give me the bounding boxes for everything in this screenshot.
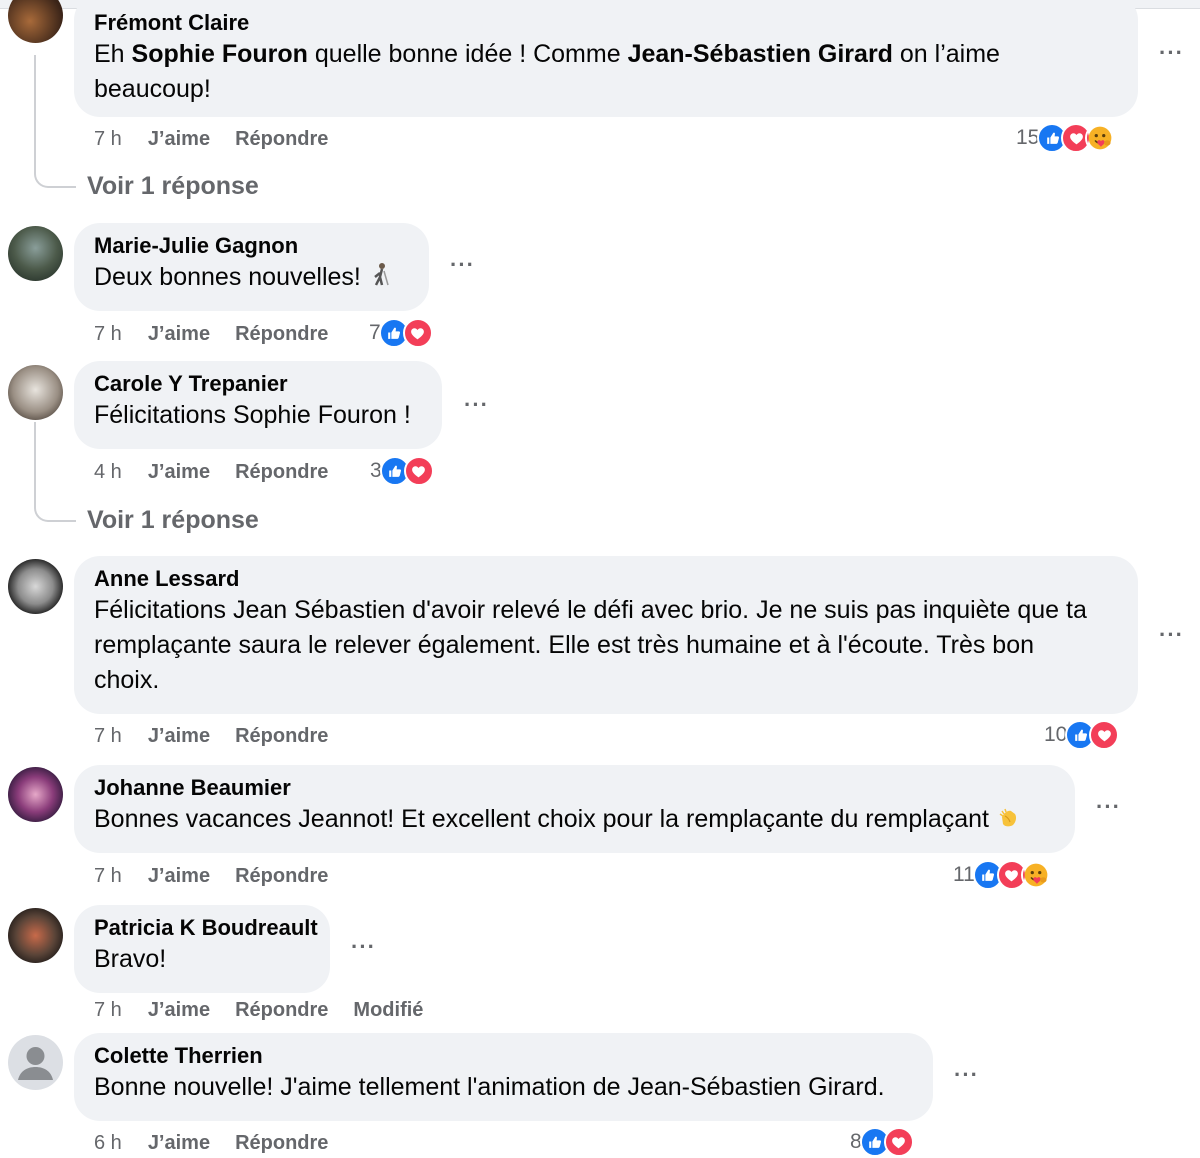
like-button[interactable]: J’aime	[148, 128, 210, 151]
reply-button[interactable]: Répondre	[235, 461, 328, 484]
comment-time[interactable]: 7 h	[94, 725, 122, 748]
like-button[interactable]: J’aime	[148, 865, 210, 888]
reaction-count: 10	[1044, 723, 1068, 746]
care-icon	[1085, 123, 1116, 153]
more-options-icon[interactable]: ···	[954, 1062, 979, 1088]
reply-button[interactable]: Répondre	[235, 725, 328, 748]
reaction-summary[interactable]: 7	[369, 318, 433, 348]
reaction-summary[interactable]: 15	[1016, 123, 1116, 153]
reply-button[interactable]: Répondre	[235, 999, 328, 1022]
comment-text: Bravo!	[94, 945, 167, 973]
reaction-count: 15	[1016, 126, 1040, 149]
comment-author[interactable]: Johanne Beaumier	[94, 774, 1055, 802]
comment-author[interactable]: Frémont Claire	[94, 9, 1118, 37]
love-icon	[403, 456, 434, 486]
like-button[interactable]: J’aime	[148, 323, 210, 346]
comment-time[interactable]: 7 h	[94, 128, 122, 151]
comment-time[interactable]: 7 h	[94, 999, 122, 1022]
view-replies-link[interactable]: Voir 1 réponse	[87, 172, 259, 201]
reply-button[interactable]: Répondre	[235, 128, 328, 151]
love-icon	[1089, 720, 1120, 750]
avatar[interactable]	[8, 908, 63, 963]
avatar[interactable]	[8, 0, 63, 43]
comment-text: Félicitations Jean Sébastien d'avoir rel…	[94, 596, 1087, 694]
comment-text: Eh Sophie Fouron quelle bonne idée ! Com…	[94, 40, 1000, 103]
comment-bubble: Johanne Beaumier Bonnes vacances Jeannot…	[74, 765, 1075, 853]
love-icon	[883, 1127, 914, 1157]
more-options-icon[interactable]: ···	[1159, 622, 1184, 648]
comment-actions: 6 h J’aime Répondre	[94, 1132, 353, 1155]
comment-bubble: Patricia K Boudreault Bravo!	[74, 905, 330, 993]
comment-bubble: Anne Lessard Félicitations Jean Sébastie…	[74, 556, 1138, 714]
avatar[interactable]	[8, 767, 63, 822]
comment-author[interactable]: Anne Lessard	[94, 565, 1118, 593]
more-options-icon[interactable]: ···	[450, 252, 475, 278]
avatar[interactable]	[8, 559, 63, 614]
love-icon	[402, 318, 433, 348]
avatar[interactable]	[8, 365, 63, 420]
comment-actions: 7 h J’aime Répondre Modifié	[94, 999, 448, 1022]
reply-button[interactable]: Répondre	[235, 323, 328, 346]
reaction-summary[interactable]: 3	[370, 456, 434, 486]
reply-button[interactable]: Répondre	[235, 1132, 328, 1155]
care-icon	[1020, 860, 1051, 890]
avatar[interactable]	[8, 226, 63, 281]
comment-text: Deux bonnes nouvelles!	[94, 260, 409, 295]
reply-button[interactable]: Répondre	[235, 865, 328, 888]
more-options-icon[interactable]: ···	[351, 934, 376, 960]
like-button[interactable]: J’aime	[148, 461, 210, 484]
mention-jean-sebastien-girard[interactable]: Jean-Sébastien Girard	[628, 40, 893, 68]
comment-actions: 7 h J’aime Répondre	[94, 323, 353, 346]
reaction-summary[interactable]: 11	[953, 860, 1051, 890]
comment-time[interactable]: 7 h	[94, 865, 122, 888]
view-replies-link[interactable]: Voir 1 réponse	[87, 506, 259, 535]
comment-time[interactable]: 7 h	[94, 323, 122, 346]
golfer-emoji	[374, 263, 389, 286]
comment-bubble: Frémont Claire Eh Sophie Fouron quelle b…	[74, 0, 1138, 117]
comment-bubble: Marie-Julie Gagnon Deux bonnes nouvelles…	[74, 223, 429, 311]
more-options-icon[interactable]: ···	[1159, 40, 1184, 66]
edited-label[interactable]: Modifié	[353, 999, 423, 1022]
comment-author[interactable]: Colette Therrien	[94, 1042, 913, 1070]
thread-line	[34, 422, 76, 522]
comment-author[interactable]: Patricia K Boudreault	[94, 914, 318, 942]
comment-time[interactable]: 6 h	[94, 1132, 122, 1155]
like-button[interactable]: J’aime	[148, 999, 210, 1022]
mention-sophie-fouron[interactable]: Sophie Fouron	[132, 40, 308, 68]
comment-text: Bonnes vacances Jeannot! Et excellent ch…	[94, 802, 1055, 837]
comment-text: Félicitations Sophie Fouron !	[94, 401, 411, 429]
more-options-icon[interactable]: ···	[1096, 794, 1121, 820]
comment-actions: 4 h J’aime Répondre	[94, 461, 353, 484]
more-options-icon[interactable]: ···	[464, 392, 489, 418]
comment-bubble: Carole Y Trepanier Félicitations Sophie …	[74, 361, 442, 449]
comment-time[interactable]: 4 h	[94, 461, 122, 484]
avatar[interactable]	[8, 1035, 63, 1090]
comment-author[interactable]: Marie-Julie Gagnon	[94, 232, 409, 260]
reaction-summary[interactable]: 10	[1044, 720, 1120, 750]
comment-bubble: Colette Therrien Bonne nouvelle! J'aime …	[74, 1033, 933, 1121]
reaction-count: 11	[953, 863, 975, 886]
clapping-hands-emoji	[999, 808, 1016, 827]
comment-text: Bonne nouvelle! J'aime tellement l'anima…	[94, 1073, 885, 1101]
comment-actions: 7 h J’aime Répondre	[94, 725, 353, 748]
comment-author[interactable]: Carole Y Trepanier	[94, 370, 422, 398]
reaction-summary[interactable]: 8	[850, 1127, 914, 1157]
like-button[interactable]: J’aime	[148, 1132, 210, 1155]
thread-line	[34, 55, 76, 188]
like-button[interactable]: J’aime	[148, 725, 210, 748]
comment-actions: 7 h J’aime Répondre	[94, 128, 353, 151]
comment-actions: 7 h J’aime Répondre	[94, 865, 353, 888]
default-avatar-icon	[18, 1047, 53, 1080]
